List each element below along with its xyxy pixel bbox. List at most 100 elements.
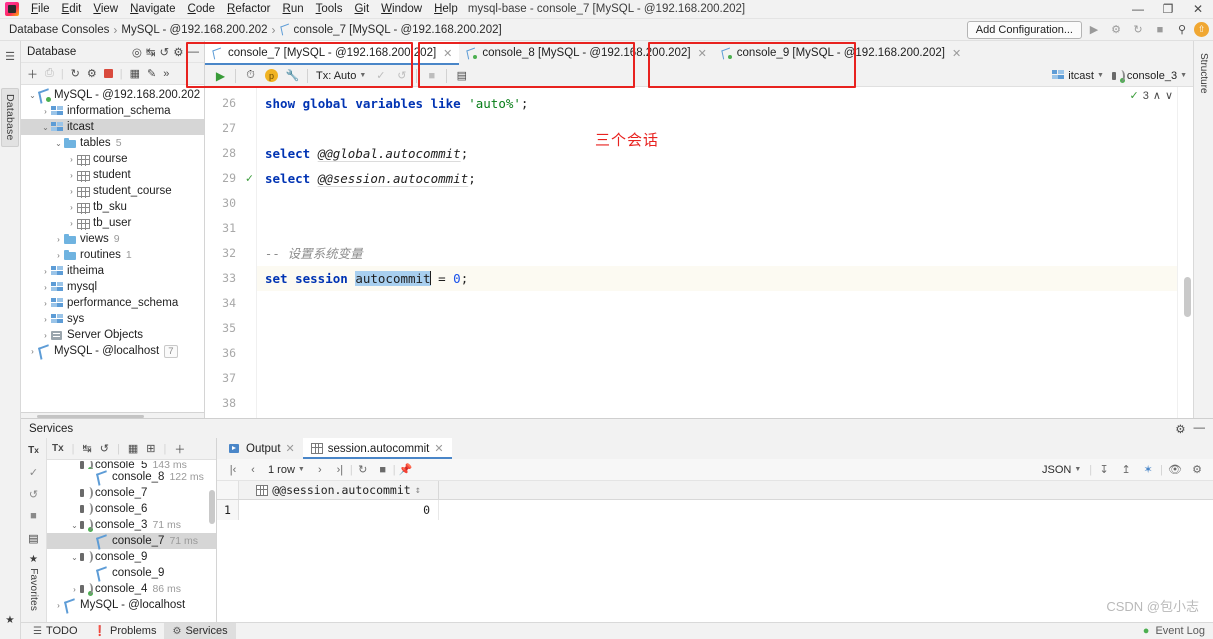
executed-marker-icon[interactable]: ✓ <box>246 166 253 191</box>
add-configuration-button[interactable]: Add Configuration... <box>966 20 1082 39</box>
editor-scrollbar[interactable] <box>1177 87 1193 418</box>
menu-item-navigate[interactable]: Navigate <box>124 1 181 17</box>
rollback-icon[interactable]: ↺ <box>24 484 44 504</box>
prev-problem-icon[interactable]: ∧ <box>1153 89 1161 102</box>
chevron-right-icon[interactable]: › <box>53 251 64 260</box>
chevron-down-icon[interactable]: ⌄ <box>27 91 38 100</box>
menu-strip-icon[interactable]: ☰ <box>2 48 18 64</box>
history-icon[interactable]: ⏱ <box>240 66 261 86</box>
commit-icon[interactable]: ✓ <box>24 462 44 482</box>
chevron-down-icon[interactable]: ⌄ <box>69 521 80 530</box>
schema-selector[interactable]: itcast ▼ <box>1052 69 1104 82</box>
row-count-selector[interactable]: 1 row ▼ <box>263 464 310 476</box>
chevron-right-icon[interactable]: › <box>66 155 77 164</box>
services-tree-item[interactable]: console_5 143 ms <box>47 461 216 469</box>
chevron-right-icon[interactable]: › <box>53 601 64 610</box>
settings-icon[interactable]: ⚙ <box>1187 460 1207 480</box>
event-log-label[interactable]: Event Log <box>1155 625 1205 637</box>
chevron-right-icon[interactable]: › <box>40 331 51 340</box>
collapse-all-icon[interactable]: ↺ <box>160 45 170 59</box>
wrench-icon[interactable]: 🔧 <box>282 66 303 86</box>
sidebar-tab-favorites[interactable]: ★ <box>2 609 18 631</box>
chevron-right-icon[interactable]: › <box>53 235 64 244</box>
chevron-right-icon[interactable]: › <box>40 267 51 276</box>
next-problem-icon[interactable]: ∨ <box>1165 89 1173 102</box>
db-tree-item[interactable]: › course <box>21 151 204 167</box>
db-tree-item[interactable]: › itheima <box>21 263 204 279</box>
breadcrumb-item-1[interactable]: MySQL - @192.168.200.202 <box>118 24 270 36</box>
rerun-icon[interactable]: ↻ <box>1128 21 1148 39</box>
services-tree-item[interactable]: ⌄ console_3 71 ms <box>47 517 216 533</box>
db-tree-item[interactable]: › student <box>21 167 204 183</box>
sidebar-tab-structure[interactable]: Structure <box>1196 49 1211 98</box>
scrollbar-thumb[interactable] <box>1184 277 1191 317</box>
stop-icon[interactable] <box>103 69 113 78</box>
db-tree-item[interactable]: › tb_sku <box>21 199 204 215</box>
menu-item-run[interactable]: Run <box>277 1 310 17</box>
db-tree-item[interactable]: › routines 1 <box>21 247 204 263</box>
db-tree-item[interactable]: › Server Objects <box>21 327 204 343</box>
editor-tab-2[interactable]: console_9 [MySQL - @192.168.200.202] ✕ <box>713 41 969 65</box>
settings-icon[interactable]: ⚙ <box>1175 422 1185 436</box>
transpose-icon[interactable]: ✶ <box>1138 460 1158 480</box>
chevron-right-icon[interactable]: › <box>66 187 77 196</box>
db-tree-item[interactable]: › views 9 <box>21 231 204 247</box>
next-page-button[interactable]: › <box>310 460 330 480</box>
layout-icon[interactable]: ▤ <box>24 528 44 548</box>
result-cell[interactable]: 0 <box>239 500 439 520</box>
first-page-button[interactable]: |‹ <box>223 460 243 480</box>
chevron-right-icon[interactable]: › <box>40 283 51 292</box>
close-tab-icon[interactable]: ✕ <box>286 442 295 455</box>
services-tree-list[interactable]: console_5 143 ms console_8 122 ms console_7c… <box>47 460 216 622</box>
chevron-right-icon[interactable]: › <box>27 347 38 356</box>
menu-item-tools[interactable]: Tools <box>310 1 349 17</box>
sidebar-tab-database[interactable]: Database <box>1 88 19 147</box>
stop-button[interactable]: ■ <box>421 66 442 86</box>
db-tree-item[interactable]: ⌄ tables 5 <box>21 135 204 151</box>
chevron-down-icon[interactable]: ⌄ <box>53 139 64 148</box>
chevron-right-icon[interactable]: › <box>66 219 77 228</box>
menu-item-file[interactable]: File <box>25 1 56 17</box>
breadcrumb-item-2[interactable]: console_7 [MySQL - @192.168.200.202] <box>277 24 505 36</box>
profile-badge-icon[interactable]: p <box>261 66 282 86</box>
pin-icon[interactable]: 📌 <box>396 460 416 480</box>
chevron-down-icon[interactable]: ⌄ <box>69 553 80 562</box>
db-tree-item[interactable]: › performance_schema <box>21 295 204 311</box>
locate-icon[interactable]: ◎ <box>132 45 142 59</box>
table-icon[interactable]: ▦ <box>130 67 140 80</box>
services-tree-item[interactable]: console_9 <box>47 565 216 581</box>
services-tree-item[interactable]: › console_4 86 ms <box>47 581 216 597</box>
inspection-widget[interactable]: ✓ 3 ∧ ∨ <box>1130 89 1173 103</box>
close-tab-icon[interactable]: ✕ <box>952 47 961 60</box>
result-column-header[interactable]: @@session.autocommit ↕ <box>239 481 439 499</box>
transaction-mode-selector[interactable]: Tx: Auto ▼ <box>312 70 370 82</box>
status-bar-item-services[interactable]: ⚙ Services <box>164 622 236 639</box>
rollback-button[interactable]: ↺ <box>391 66 412 86</box>
services-tree-item[interactable]: console_7 71 ms <box>47 533 216 549</box>
menu-item-edit[interactable]: Edit <box>56 1 88 17</box>
session-selector[interactable]: console_3 ▼ <box>1111 69 1187 83</box>
hide-panel-icon[interactable]: — <box>1194 422 1206 436</box>
result-row[interactable]: 10 <box>217 500 1213 520</box>
sync-icon[interactable]: ⚙ <box>87 67 97 80</box>
db-tree-item[interactable]: › MySQL - @localhost 7 <box>21 343 204 359</box>
chevron-right-icon[interactable]: › <box>40 299 51 308</box>
chevron-right-icon[interactable]: › <box>66 203 77 212</box>
db-tree-item[interactable]: › tb_user <box>21 215 204 231</box>
menu-item-code[interactable]: Code <box>182 1 222 17</box>
stop-icon[interactable]: ■ <box>1150 21 1170 39</box>
expand-all-icon[interactable]: ↹ <box>146 45 156 59</box>
run-icon[interactable]: ▶ <box>1084 21 1104 39</box>
status-bar-item-todo[interactable]: ☰ TODO <box>25 623 86 639</box>
add-window-icon[interactable]: ⊞ <box>146 442 155 455</box>
services-tree-item[interactable]: › MySQL - @localhost <box>47 597 216 613</box>
services-tree-item[interactable]: console_8 122 ms <box>47 469 216 485</box>
services-tree-item[interactable]: ⌄ console_9 <box>47 549 216 565</box>
db-tree-item[interactable]: ⌄ itcast <box>21 119 204 135</box>
close-tab-icon[interactable]: ✕ <box>443 47 452 60</box>
services-tree-item[interactable]: console_7 <box>47 485 216 501</box>
db-tree-item[interactable]: › mysql <box>21 279 204 295</box>
close-tab-icon[interactable]: ✕ <box>434 442 443 455</box>
prev-page-button[interactable]: ‹ <box>243 460 263 480</box>
panel-splitter[interactable] <box>21 412 204 418</box>
